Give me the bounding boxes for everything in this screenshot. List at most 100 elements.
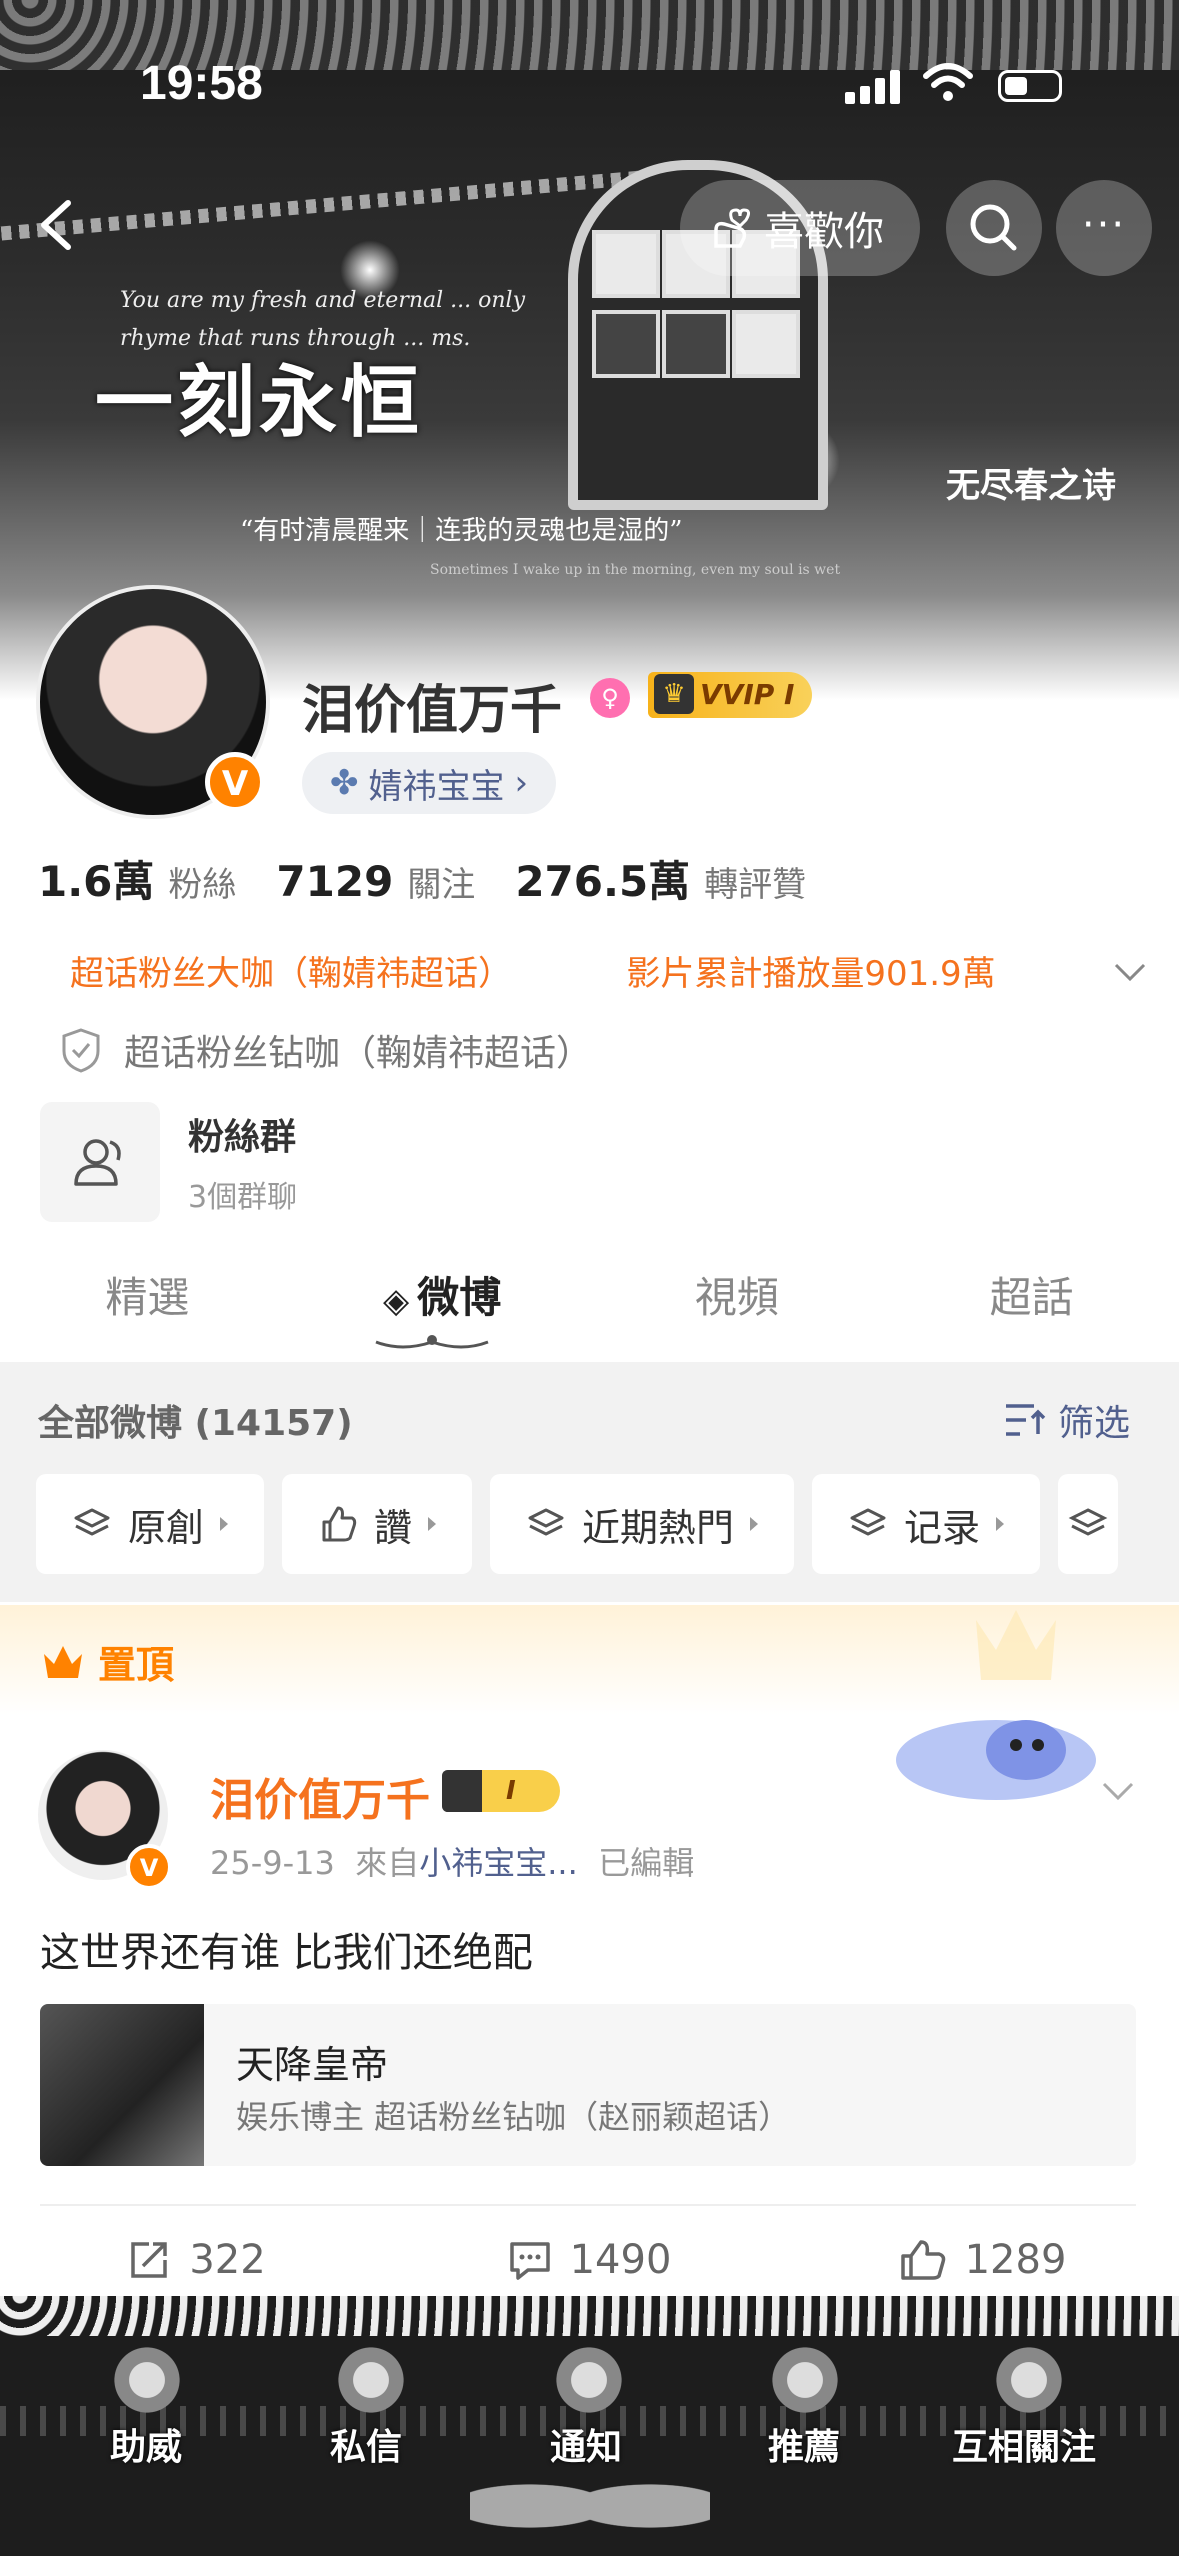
pinned-label-row: 置頂 [40, 1634, 174, 1689]
post-verified-badge: V [126, 1844, 172, 1890]
post-edited-flag[interactable]: 已編輯 [598, 1844, 694, 1882]
status-bar: 19:58 [0, 0, 1179, 120]
chevron-right-icon: › [514, 763, 529, 803]
message-icon [328, 2340, 414, 2420]
lace-decoration [0, 2296, 1179, 2336]
video-plays-badge[interactable]: 影片累計播放量901.9萬 [626, 946, 995, 995]
comment-button[interactable]: 1490 [393, 2220, 786, 2300]
diamond-fan-badge-row[interactable]: 超话粉丝钻咖（鞠婧祎超话） [60, 1024, 592, 1076]
supertopic-fan-badge[interactable]: 超话粉丝大咖（鞠婧祎超话） [70, 946, 512, 995]
post-date: 25-9-13 [210, 1844, 335, 1882]
search-icon [970, 204, 1017, 251]
tab-weibo[interactable]: ◈ 微博 [295, 1248, 590, 1358]
banner-quote-sub: Sometimes I wake up in the morning, even… [430, 562, 841, 578]
chip-likes[interactable]: 讚 [282, 1474, 473, 1574]
honor-badges-row: 超话粉丝大咖（鞠婧祎超话） 影片累計播放量901.9萬 [70, 946, 1150, 995]
tab-featured[interactable]: 精選 [0, 1248, 295, 1358]
chip-trending[interactable]: 近期熱門 [490, 1474, 795, 1574]
stat-following[interactable]: 7129 關注 [276, 857, 475, 906]
status-time: 19:58 [140, 57, 263, 110]
shield-icon [62, 1028, 100, 1073]
clover-icon: ✤ [330, 763, 359, 803]
chip-original-label: 原創 [128, 1505, 205, 1550]
chip-more[interactable] [1058, 1474, 1119, 1574]
more-options-button[interactable]: ··· [1056, 180, 1152, 276]
female-gender-icon: ♀ [590, 678, 630, 718]
butterfly-decoration [470, 2456, 710, 2556]
banner-poem-label: 无尽春之诗 [946, 466, 1116, 506]
post-author-name[interactable]: 泪价值万千 [210, 1764, 430, 1828]
vvip-label: VVIP I [700, 678, 795, 711]
post-vip-badge[interactable]: I [442, 1770, 560, 1812]
layers-icon [528, 1508, 564, 1536]
stat-interactions[interactable]: 276.5萬 轉評贊 [515, 848, 806, 909]
private-message-button[interactable]: 私信 [330, 2418, 402, 2470]
like-you-button[interactable]: 喜歡你 [680, 180, 920, 276]
back-arrow-icon[interactable] [30, 195, 90, 255]
post-actions: 322 1490 1289 [0, 2220, 1179, 2300]
fan-group-entry[interactable]: 粉絲群 3個群聊 [40, 1102, 297, 1222]
card-subtitle: 娱乐博主 超话粉丝钻咖（赵丽颖超话） [236, 2098, 791, 2136]
hand-heart-icon [714, 208, 751, 248]
thumbs-up-icon [322, 1506, 357, 1542]
cheer-icon [104, 2340, 190, 2420]
banner-title-text: 一刻永恒 [95, 357, 424, 448]
supertopic-pill[interactable]: ✤ 婧祎宝宝 › [302, 752, 557, 814]
battery-icon [998, 70, 1062, 102]
chip-likes-label: 讚 [374, 1505, 413, 1550]
supertopic-pill-label: 婧祎宝宝 [368, 766, 505, 807]
cheer-button[interactable]: 助威 [110, 2418, 182, 2470]
post-source[interactable]: 小祎宝宝... [419, 1844, 578, 1882]
like-button[interactable]: 1289 [786, 2220, 1179, 2300]
post-text: 这世界还有谁 比我们还绝配 [40, 1930, 533, 1976]
chip-original[interactable]: 原創 [36, 1474, 265, 1574]
wifi-icon [923, 63, 973, 101]
chevron-down-icon[interactable] [1098, 1770, 1138, 1810]
crown-icon [44, 1645, 82, 1678]
search-button[interactable] [946, 180, 1042, 276]
card-title: 天降皇帝 [236, 2043, 389, 2087]
filter-button[interactable]: 筛选 [1004, 1394, 1130, 1446]
notification-icon [546, 2340, 632, 2420]
recommend-button[interactable]: 推薦 [768, 2418, 840, 2470]
cartoon-sticker-icon [896, 1610, 1096, 1800]
filter-label: 筛选 [1058, 1403, 1131, 1444]
tab-weibo-label: 微博 [417, 1273, 502, 1322]
post-source-prefix: 來自 [355, 1844, 420, 1882]
chain-ornament-icon [375, 1335, 489, 1349]
hourglass-icon [986, 2340, 1072, 2420]
profile-tabs: 精選 ◈ 微博 視頻 超話 [0, 1248, 1179, 1358]
filter-icon [1006, 1404, 1046, 1436]
all-weibo-count: 全部微博 (14157) [38, 1403, 353, 1444]
vvip-badge[interactable]: ♛ VVIP I [648, 672, 813, 718]
layers-icon [1068, 1508, 1108, 1536]
post-meta: 25-9-13 來自小祎宝宝... 已編輯 [210, 1838, 694, 1884]
tab-supertopic[interactable]: 超話 [884, 1248, 1179, 1358]
layers-icon [74, 1508, 110, 1536]
comment-count: 1490 [569, 2237, 672, 2283]
chip-trending-label: 近期熱門 [582, 1505, 735, 1550]
notify-button[interactable]: 通知 [550, 2418, 622, 2470]
like-you-label: 喜歡你 [764, 209, 884, 255]
category-chips: 原創 讚 近期熱門 记录 [36, 1474, 1119, 1574]
chip-records[interactable]: 记录 [812, 1474, 1041, 1574]
comment-icon [509, 2242, 550, 2280]
banner-quote: “有时清晨醒来｜连我的灵魂也是湿的” [240, 516, 683, 546]
repost-icon [131, 2242, 168, 2278]
profile-stats: 1.6萬 粉絲 7129 關注 276.5萬 轉評贊 [38, 848, 806, 909]
signal-icon [845, 70, 901, 104]
layers-icon [850, 1508, 886, 1536]
recommend-icon [762, 2340, 848, 2420]
chevron-down-icon[interactable] [1110, 951, 1150, 991]
stat-followers[interactable]: 1.6萬 粉絲 [38, 848, 236, 909]
repost-button[interactable]: 322 [0, 2220, 393, 2300]
diamond-ornament-icon: ◈ [383, 1281, 410, 1321]
post-link-card[interactable]: 天降皇帝 娱乐博主 超话粉丝钻咖（赵丽颖超话） [40, 2004, 1136, 2166]
tab-videos[interactable]: 視頻 [590, 1248, 885, 1358]
fan-group-title: 粉絲群 [188, 1117, 297, 1158]
profile-username: 泪价值万千 [302, 681, 563, 741]
fan-group-sub: 3個群聊 [188, 1180, 298, 1215]
thumbs-up-icon [900, 2240, 945, 2280]
pinned-label: 置頂 [98, 1643, 175, 1687]
mutual-follow-button[interactable]: 互相關注 [952, 2418, 1096, 2470]
